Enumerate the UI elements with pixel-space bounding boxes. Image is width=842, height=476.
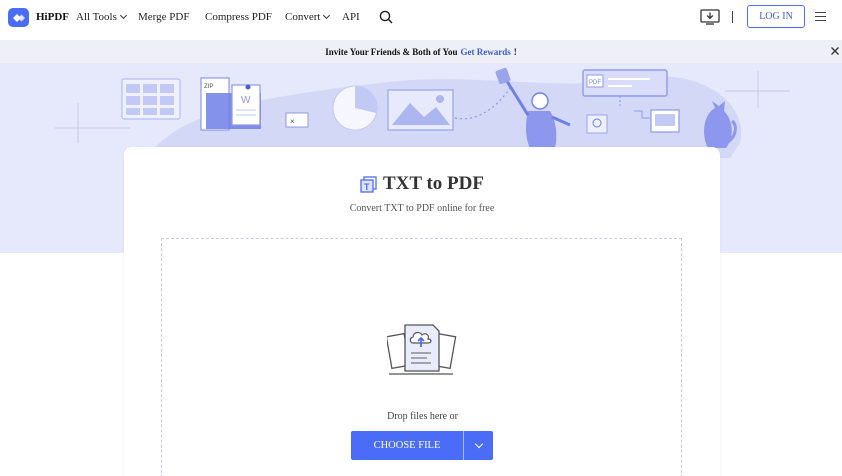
hipdf-logo-icon[interactable] — [8, 8, 29, 27]
desktop-download-icon[interactable] — [700, 9, 720, 25]
drop-files-text: Drop files here or — [387, 411, 458, 422]
nav-merge-pdf[interactable]: Merge PDF — [138, 11, 189, 23]
search-icon[interactable] — [379, 10, 393, 24]
get-rewards-link[interactable]: Get Rewards — [460, 47, 510, 57]
upload-source-dropdown[interactable] — [464, 431, 493, 460]
nav-convert-label: Convert — [285, 11, 321, 23]
nav-compress-pdf-label: Compress PDF — [205, 11, 272, 23]
nav-convert[interactable]: Convert — [285, 11, 331, 23]
invite-text: Invite Your Friends & Both of You — [325, 46, 458, 57]
table-illustration-icon — [121, 78, 181, 120]
header-divider — [732, 11, 733, 23]
login-button[interactable]: LOG IN — [747, 5, 805, 28]
svg-text:W: W — [241, 95, 251, 106]
nav-all-tools[interactable]: All Tools — [76, 11, 127, 23]
choose-file-label[interactable]: CHOOSE FILE — [351, 431, 463, 460]
nav-all-tools-label: All Tools — [76, 11, 117, 23]
choose-file-button[interactable]: CHOOSE FILE — [351, 431, 493, 460]
nav-compress-pdf[interactable]: Compress PDF — [205, 11, 272, 23]
invite-suffix: ! — [513, 46, 517, 57]
svg-text:×: × — [290, 117, 295, 126]
nav-api[interactable]: API — [342, 11, 360, 23]
file-dropzone[interactable]: Drop files here or CHOOSE FILE — [161, 238, 682, 476]
chevron-down-icon — [474, 439, 483, 448]
nav-api-label: API — [342, 11, 360, 23]
nav-merge-pdf-label: Merge PDF — [138, 11, 190, 23]
chevron-down-icon — [119, 11, 127, 20]
hamburger-menu-icon[interactable] — [815, 12, 826, 22]
svg-text:T: T — [364, 182, 370, 192]
cloud-upload-icon — [387, 324, 457, 375]
svg-text:ZIP: ZIP — [204, 84, 213, 90]
invite-banner: Invite Your Friends & Both of You Get Re… — [0, 40, 842, 63]
close-icon[interactable] — [830, 46, 840, 56]
top-header: HiPDF All Tools Merge PDF Compress PDF C… — [0, 0, 842, 38]
brand-name[interactable]: HiPDF — [36, 11, 69, 23]
title-row: T TXT to PDF — [124, 173, 720, 195]
chevron-down-icon — [323, 11, 331, 20]
txt-file-icon: T — [360, 175, 377, 193]
svg-text:PDF: PDF — [589, 80, 601, 86]
page-title: TXT to PDF — [383, 173, 484, 194]
page-subtitle: Convert TXT to PDF online for free — [349, 203, 495, 214]
converter-card: T TXT to PDF Convert TXT to PDF online f… — [124, 147, 720, 476]
